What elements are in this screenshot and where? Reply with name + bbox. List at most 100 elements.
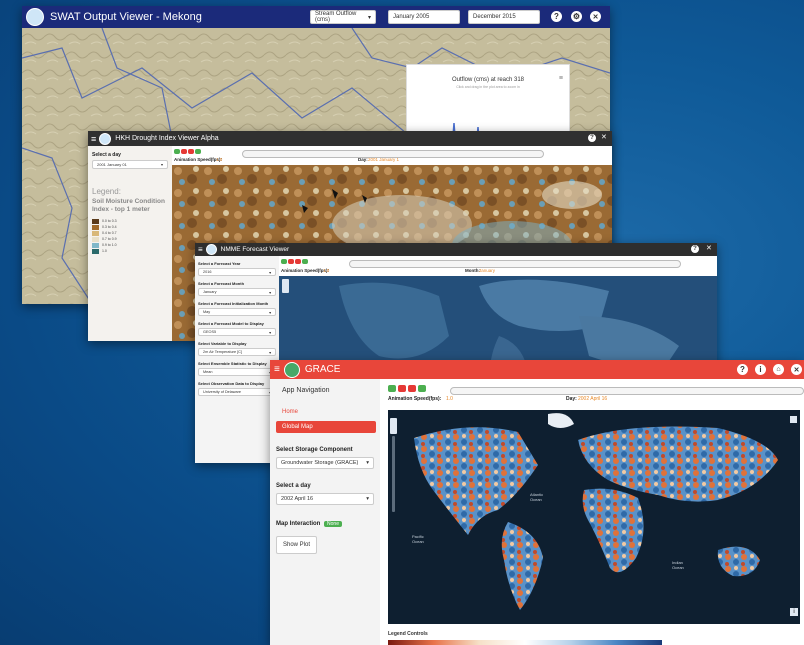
month-value: January bbox=[479, 268, 496, 273]
zoom-control[interactable] bbox=[390, 418, 397, 434]
map-interaction-row: Map Interaction None bbox=[276, 521, 380, 527]
menu-icon[interactable]: ≡ bbox=[559, 75, 563, 82]
nmme-field-select[interactable]: January ▾ bbox=[198, 288, 276, 296]
day-select[interactable]: 2001 January 01 ▾ bbox=[92, 160, 168, 169]
nmme-titlebar: ≡ NMME Forecast Viewer ? ✕ bbox=[195, 243, 717, 256]
chevron-down-icon: ▾ bbox=[269, 290, 271, 295]
end-date-input[interactable]: December 2015 bbox=[468, 10, 540, 24]
info-icon[interactable]: i bbox=[755, 364, 766, 375]
day-label: Day: bbox=[358, 157, 368, 162]
zoom-control[interactable] bbox=[282, 279, 289, 293]
swat-titlebar: SWAT Output Viewer - Mekong Stream Outfl… bbox=[22, 6, 610, 28]
month-label: Month: bbox=[465, 268, 480, 273]
nmme-field: Select a Forecast Year 2016 ▾ bbox=[198, 261, 276, 276]
close-icon[interactable]: ✕ bbox=[706, 244, 712, 252]
stop-button[interactable] bbox=[408, 385, 416, 392]
nmme-field-value: University of Delaware bbox=[203, 390, 241, 394]
help-icon[interactable]: ? bbox=[691, 245, 699, 253]
nmme-field: Select Variable to Display 2m Air Tempera… bbox=[198, 341, 276, 356]
chevron-down-icon: ▾ bbox=[366, 460, 369, 466]
nav-home-link[interactable]: Home bbox=[282, 409, 380, 415]
globe-icon bbox=[26, 8, 44, 26]
chart-title: Outflow (cms) at reach 318 bbox=[451, 77, 525, 83]
gear-icon[interactable]: ⚙ bbox=[571, 11, 582, 22]
pause-button[interactable] bbox=[288, 259, 294, 264]
step-button[interactable] bbox=[195, 149, 201, 154]
animation-speed-value[interactable]: 1.0 bbox=[216, 157, 222, 162]
map-interaction-label: Map Interaction bbox=[276, 521, 321, 527]
help-icon[interactable]: ? bbox=[551, 11, 562, 22]
animation-speed-value[interactable]: 1.0 bbox=[323, 268, 329, 273]
play-button[interactable] bbox=[174, 149, 180, 154]
fullscreen-icon[interactable] bbox=[790, 416, 797, 423]
legend-colorbar bbox=[388, 640, 662, 645]
start-date-input[interactable]: January 2005 bbox=[388, 10, 460, 24]
close-icon[interactable]: ✕ bbox=[601, 133, 607, 141]
chevron-down-icon: ▾ bbox=[367, 14, 371, 21]
nmme-field-select[interactable]: Mean▾ bbox=[198, 368, 276, 376]
step-button[interactable] bbox=[418, 385, 426, 392]
legend-item-label: 0.9 to 1.0 bbox=[102, 243, 117, 247]
nmme-field-value: 2016 bbox=[203, 270, 212, 274]
ocean-label-indian: Indian Ocean bbox=[672, 560, 684, 570]
nmme-field-select[interactable]: University of Delaware▾ bbox=[198, 388, 276, 396]
legend-swatch bbox=[92, 242, 99, 248]
time-slider[interactable] bbox=[349, 260, 681, 268]
zoom-slider[interactable] bbox=[392, 436, 395, 512]
menu-icon[interactable]: ≡ bbox=[91, 134, 96, 144]
day-label: Day: bbox=[566, 396, 577, 402]
animation-speed-label: Animation Speed(fps): bbox=[174, 157, 222, 162]
day-value: 2001 January 1 bbox=[368, 157, 400, 162]
nmme-field-select[interactable]: 2016 ▾ bbox=[198, 268, 276, 276]
hkh-sidebar: Select a day 2001 January 01 ▾ Legend: So… bbox=[88, 146, 172, 341]
animation-speed-value[interactable]: 1.0 bbox=[446, 396, 453, 402]
stop-button[interactable] bbox=[295, 259, 301, 264]
help-icon[interactable]: ? bbox=[588, 134, 596, 142]
ocean-label-pacific: Pacific Ocean bbox=[412, 534, 424, 544]
menu-icon[interactable]: ≡ bbox=[198, 245, 203, 254]
interaction-badge[interactable]: None bbox=[324, 521, 342, 527]
nmme-field-label: Select a Forecast Model to Display bbox=[198, 321, 264, 326]
grace-logo-icon bbox=[283, 361, 300, 378]
legend-item: 1.0 bbox=[92, 248, 172, 254]
nmme-field-select[interactable]: 2m Air Temperature [C] ▾ bbox=[198, 348, 276, 356]
grace-title: GRACE bbox=[304, 364, 341, 375]
info-icon[interactable]: i bbox=[790, 608, 798, 616]
grace-window: ≡ GRACE ? i ⌂ ✕ App Navigation Home Glob… bbox=[270, 360, 804, 645]
nmme-field-value: GEOS5 bbox=[203, 330, 217, 334]
hkh-titlebar: ≡ HKH Drought Index Viewer Alpha ? ✕ bbox=[88, 131, 612, 146]
pause-button[interactable] bbox=[181, 149, 187, 154]
hkh-title: HKH Drought Index Viewer Alpha bbox=[115, 135, 219, 142]
storage-label: Select Storage Component bbox=[276, 447, 353, 453]
animation-speed-label: Animation Speed(fps): bbox=[388, 396, 442, 402]
legend-item-label: 0.4 to 0.7 bbox=[102, 231, 117, 235]
legend-item-label: 0.7 to 0.9 bbox=[102, 237, 117, 241]
play-button[interactable] bbox=[388, 385, 396, 392]
step-button[interactable] bbox=[302, 259, 308, 264]
storage-select[interactable]: Groundwater Storage (GRACE) ▾ bbox=[276, 457, 374, 469]
animation-speed-label: Animation Speed(fps): bbox=[281, 268, 329, 273]
show-plot-button[interactable]: Show Plot bbox=[276, 536, 318, 554]
grace-map[interactable]: Pacific Ocean Atlantic Ocean Indian Ocea… bbox=[388, 410, 800, 624]
nav-title: App Navigation bbox=[282, 387, 330, 394]
legend-swatch bbox=[92, 218, 99, 224]
nmme-field: Select Ensemble Statistic to Display Mean… bbox=[198, 361, 276, 376]
close-icon[interactable]: ✕ bbox=[590, 11, 601, 22]
close-icon[interactable]: ✕ bbox=[791, 364, 802, 375]
nav-global-map[interactable]: Global Map bbox=[276, 421, 376, 433]
time-slider[interactable] bbox=[450, 387, 804, 395]
variable-select[interactable]: Stream Outflow (cms) ▾ bbox=[310, 10, 376, 24]
nmme-field-select[interactable]: May ▾ bbox=[198, 308, 276, 316]
nmme-toolbar: Animation Speed(fps): 1.0 Month: January bbox=[279, 256, 717, 276]
legend-controls-label: Legend Controls bbox=[388, 631, 428, 637]
menu-icon[interactable]: ≡ bbox=[274, 364, 280, 375]
day-value: 2002 April 16 bbox=[578, 396, 608, 402]
stop-button[interactable] bbox=[188, 149, 194, 154]
select-day-label: Select a day bbox=[92, 152, 121, 158]
help-icon[interactable]: ? bbox=[737, 364, 748, 375]
nmme-field-select[interactable]: GEOS5 ▾ bbox=[198, 328, 276, 336]
pause-button[interactable] bbox=[398, 385, 406, 392]
day-select[interactable]: 2002 April 16 ▾ bbox=[276, 493, 374, 505]
play-button[interactable] bbox=[281, 259, 287, 264]
home-icon[interactable]: ⌂ bbox=[773, 364, 784, 375]
